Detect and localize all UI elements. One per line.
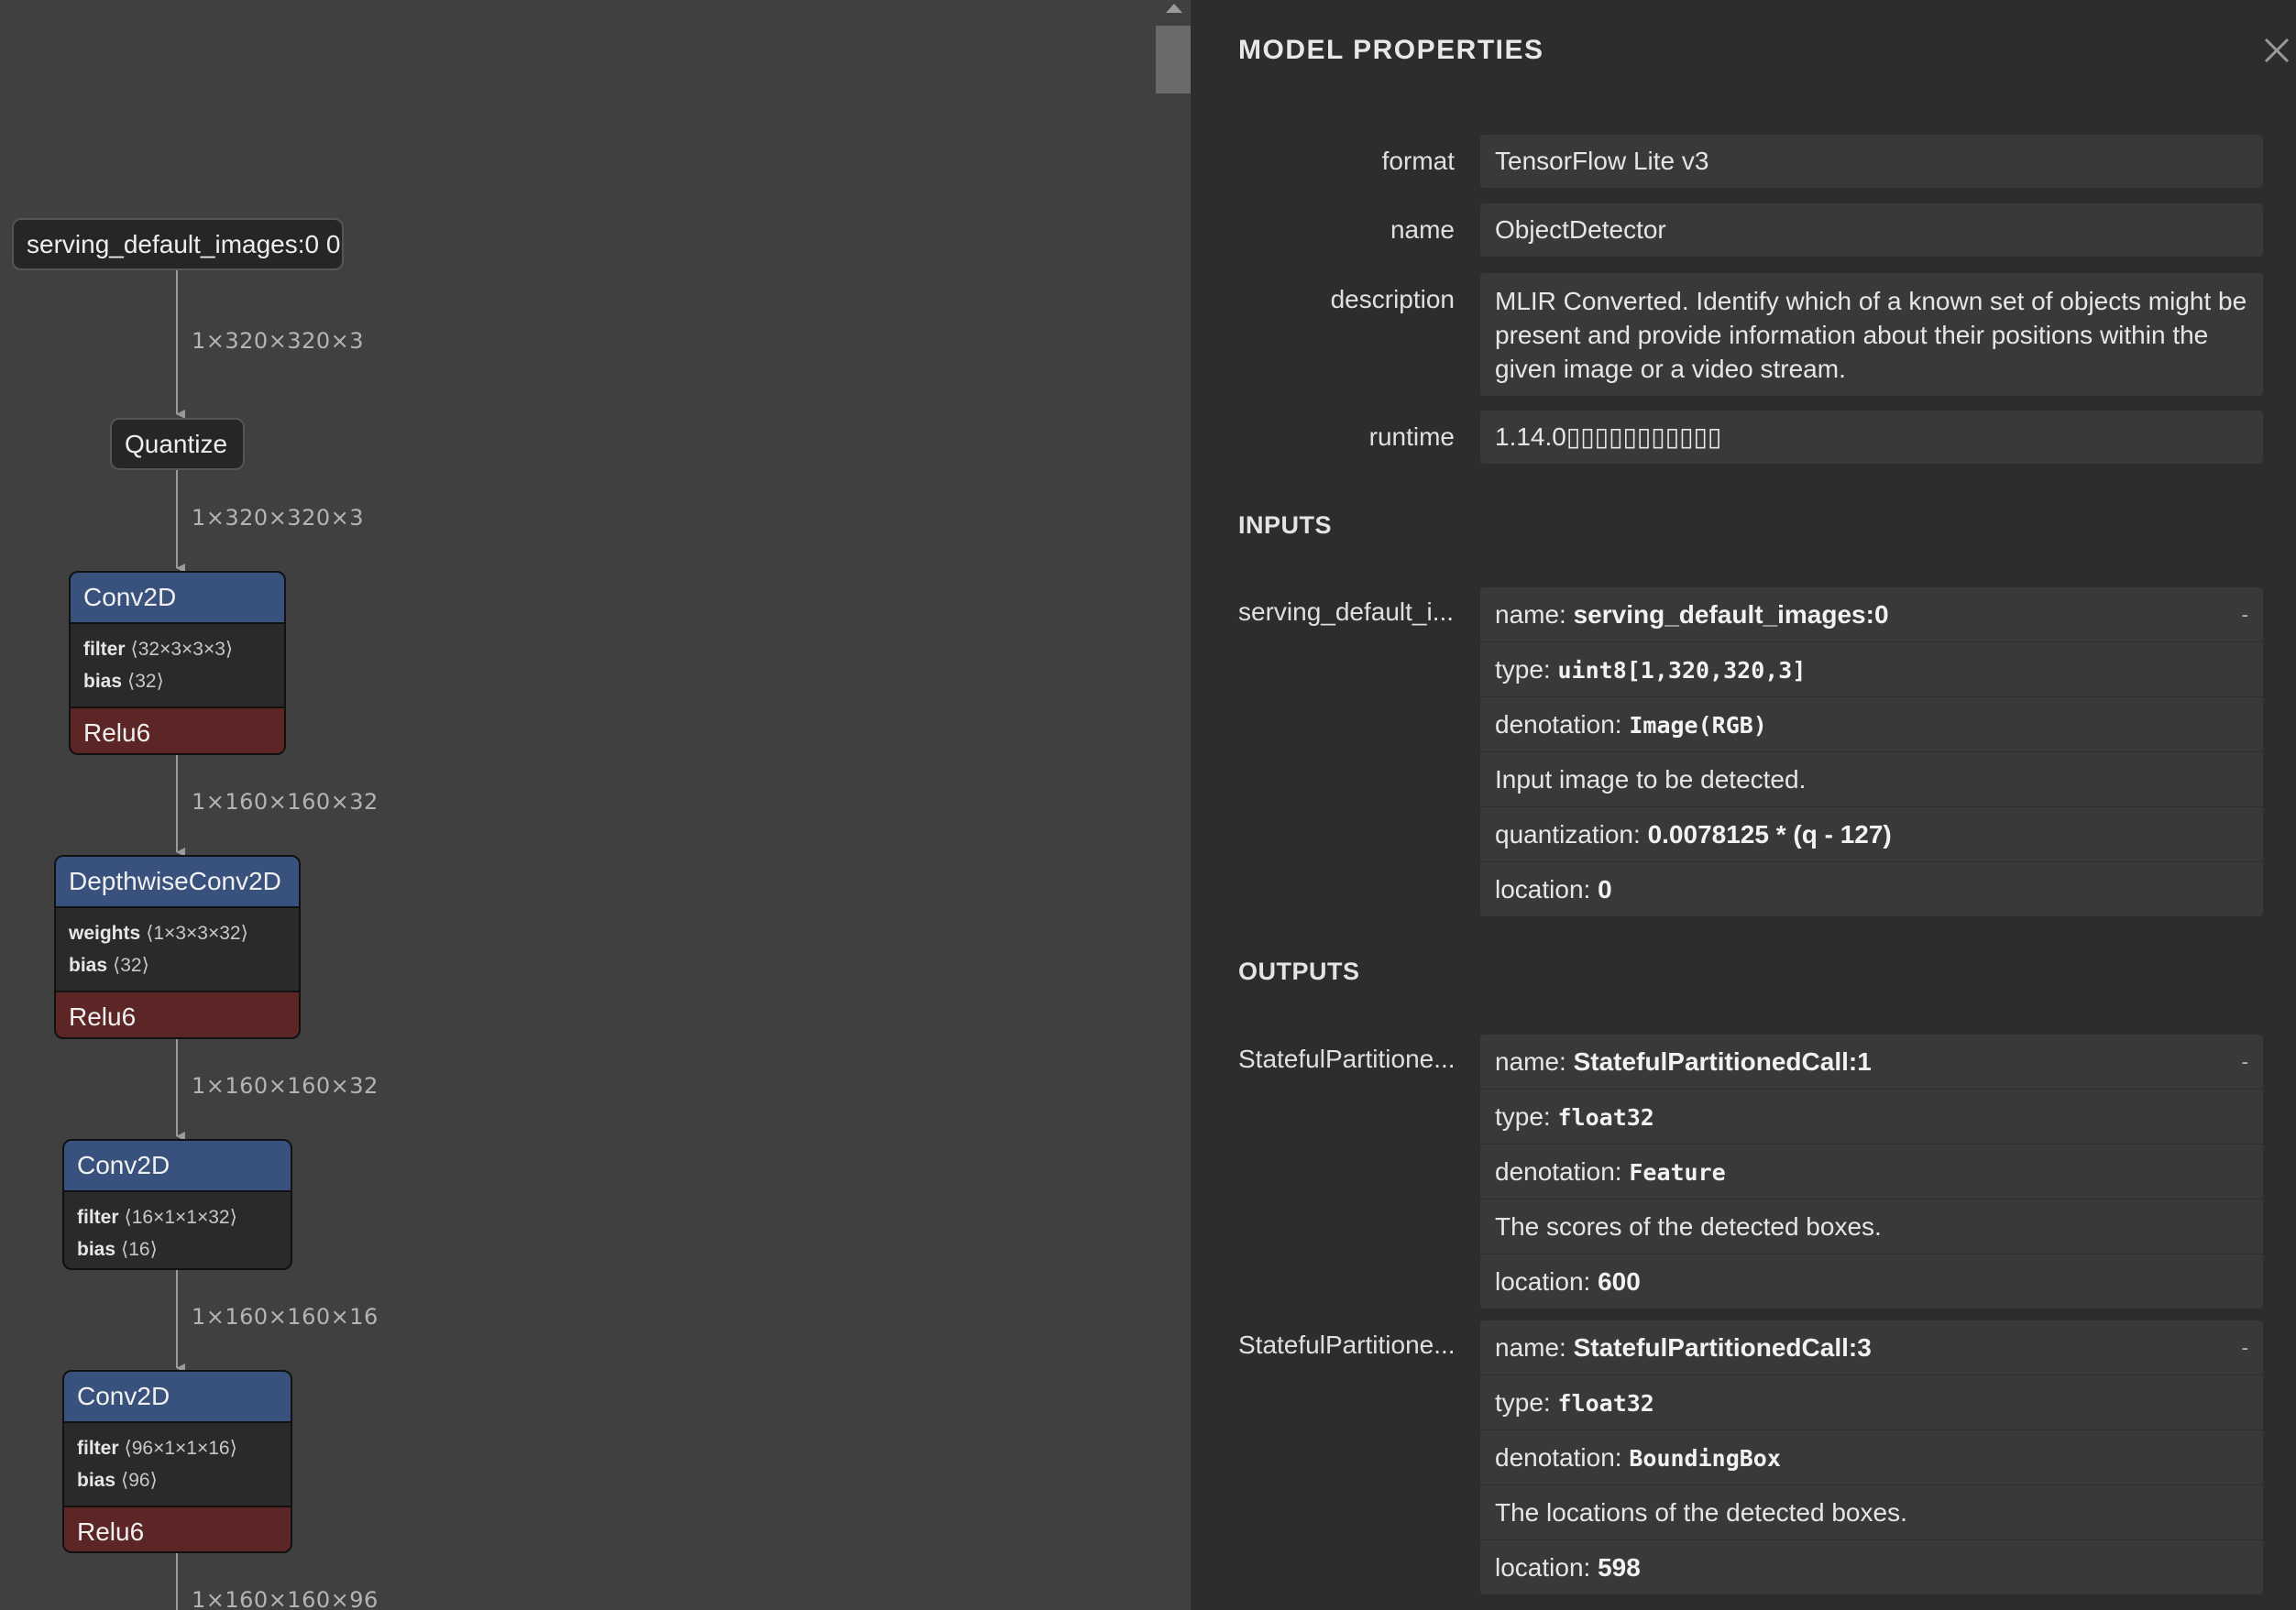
output-label: StatefulPartitione... — [1238, 1045, 1456, 1073]
node-activation: Relu6 — [64, 1506, 291, 1551]
argument-denotation-row: denotation: BoundingBox — [1480, 1429, 2263, 1484]
argument-type-row: type: float32 — [1480, 1089, 2263, 1144]
graph-input-node[interactable]: serving_default_images:0 0 — [12, 218, 344, 270]
property-value-description: MLIR Converted. Identify which of a know… — [1480, 273, 2263, 396]
property-label-runtime: runtime — [1368, 422, 1455, 451]
node-label: serving_default_images:0 0 — [27, 230, 341, 258]
edge-label: 1×320×320×3 — [192, 505, 364, 531]
collapse-toggle[interactable]: - — [2242, 1035, 2248, 1089]
node-attribute: bias ⟨96⟩ — [77, 1470, 158, 1491]
node-attribute: bias ⟨16⟩ — [77, 1239, 158, 1260]
graph-node-quantize[interactable]: Quantize — [110, 418, 245, 470]
node-activation: Relu6 — [56, 991, 299, 1037]
scroll-up-arrow-icon[interactable] — [1166, 4, 1182, 13]
argument-name-row: name: StatefulPartitionedCall:3- — [1480, 1320, 2263, 1375]
node-attribute: weights ⟨1×3×3×32⟩ — [69, 923, 248, 944]
outputs-section-title: OUTPUTS — [1238, 958, 1360, 985]
property-value-format: TensorFlow Lite v3 — [1480, 135, 2263, 188]
panel-title: MODEL PROPERTIES — [1238, 35, 1544, 65]
edge-label: 1×160×160×32 — [192, 1073, 379, 1099]
close-icon[interactable] — [2263, 37, 2291, 64]
property-value-name: ObjectDetector — [1480, 203, 2263, 257]
property-label-name: name — [1390, 215, 1455, 244]
argument-description-row: Input image to be detected. — [1480, 751, 2263, 806]
scroll-thumb[interactable] — [1156, 26, 1191, 93]
node-op-label: Conv2D — [64, 1372, 291, 1423]
node-attribute: filter ⟨96×1×1×16⟩ — [77, 1438, 237, 1459]
node-op-label: DepthwiseConv2D — [56, 857, 299, 908]
node-attribute: bias ⟨32⟩ — [69, 955, 149, 976]
argument-location-row: location: 598 — [1480, 1539, 2263, 1594]
node-attribute: bias ⟨32⟩ — [83, 671, 164, 692]
argument-denotation-row: denotation: Image(RGB) — [1480, 696, 2263, 751]
edge-label: 1×320×320×3 — [192, 328, 364, 354]
node-attributes: weights ⟨1×3×3×32⟩ bias ⟨32⟩ — [56, 908, 299, 991]
argument-location-row: location: 600 — [1480, 1254, 2263, 1309]
graph-node-conv2d[interactable]: Conv2D filter ⟨16×1×1×32⟩ bias ⟨16⟩ — [62, 1139, 292, 1270]
edge-label: 1×160×160×16 — [192, 1304, 379, 1330]
property-label-format: format — [1381, 147, 1455, 175]
edge-label: 1×160×160×32 — [192, 789, 379, 815]
node-attributes: filter ⟨32×3×3×3⟩ bias ⟨32⟩ — [71, 624, 284, 706]
graph-scrollbar[interactable] — [1155, 0, 1192, 1610]
input-label: serving_default_i... — [1238, 597, 1455, 626]
argument-type-row: type: uint8[1,320,320,3] — [1480, 641, 2263, 696]
property-label-description: description — [1330, 285, 1455, 313]
inputs-section-title: INPUTS — [1238, 511, 1333, 539]
node-attributes: filter ⟨16×1×1×32⟩ bias ⟨16⟩ — [64, 1192, 291, 1268]
argument-location-row: location: 0 — [1480, 861, 2263, 916]
output-argument: name: StatefulPartitionedCall:3- type: f… — [1480, 1320, 2263, 1594]
model-properties-panel: MODEL PROPERTIES format TensorFlow Lite … — [1191, 0, 2296, 1610]
node-label: Quantize — [125, 430, 228, 458]
node-attribute: filter ⟨32×3×3×3⟩ — [83, 639, 234, 660]
argument-quantization-row: quantization: 0.0078125 * (q - 127) — [1480, 806, 2263, 861]
node-attribute: filter ⟨16×1×1×32⟩ — [77, 1207, 237, 1228]
node-op-label: Conv2D — [71, 573, 284, 624]
argument-name-row: name: StatefulPartitionedCall:1- — [1480, 1035, 2263, 1089]
node-attributes: filter ⟨96×1×1×16⟩ bias ⟨96⟩ — [64, 1423, 291, 1506]
argument-description-row: The locations of the detected boxes. — [1480, 1484, 2263, 1539]
graph-node-conv2d[interactable]: Conv2D filter ⟨32×3×3×3⟩ bias ⟨32⟩ Relu6 — [69, 571, 286, 755]
netron-window: 1×320×320×3 1×320×320×3 1×160×160×32 1×1… — [0, 0, 2296, 1610]
output-argument: name: StatefulPartitionedCall:1- type: f… — [1480, 1035, 2263, 1309]
node-activation: Relu6 — [71, 706, 284, 753]
argument-name-row: name: serving_default_images:0- — [1480, 587, 2263, 641]
argument-type-row: type: float32 — [1480, 1375, 2263, 1429]
collapse-toggle[interactable]: - — [2242, 587, 2248, 641]
graph-node-conv2d[interactable]: Conv2D filter ⟨96×1×1×16⟩ bias ⟨96⟩ Relu6 — [62, 1370, 292, 1553]
graph-node-depthwiseconv2d[interactable]: DepthwiseConv2D weights ⟨1×3×3×32⟩ bias ⟨3… — [54, 855, 301, 1039]
graph-canvas[interactable]: 1×320×320×3 1×320×320×3 1×160×160×32 1×1… — [0, 0, 1173, 1610]
output-label: StatefulPartitione... — [1238, 1331, 1456, 1359]
property-value-runtime: 1.14.0▯▯▯▯▯▯▯▯▯▯▯ — [1480, 411, 2263, 464]
argument-denotation-row: denotation: Feature — [1480, 1144, 2263, 1199]
collapse-toggle[interactable]: - — [2242, 1320, 2248, 1375]
edge-label: 1×160×160×96 — [192, 1587, 379, 1610]
argument-description-row: The scores of the detected boxes. — [1480, 1199, 2263, 1254]
input-argument: name: serving_default_images:0- type: ui… — [1480, 587, 2263, 916]
node-op-label: Conv2D — [64, 1141, 291, 1192]
